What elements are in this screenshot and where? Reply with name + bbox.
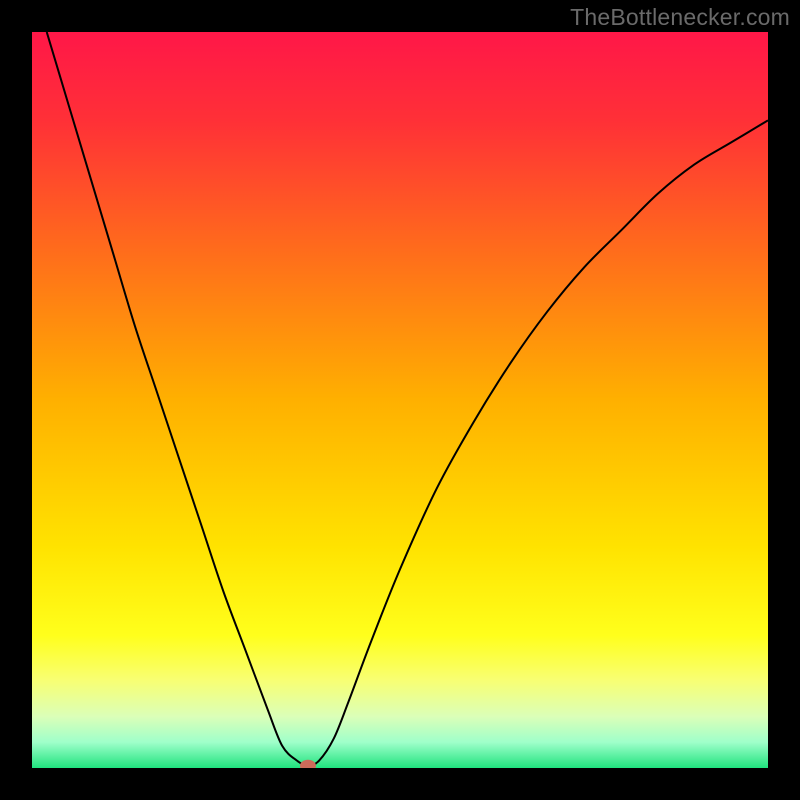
bottleneck-curve xyxy=(47,32,768,766)
chart-frame: TheBottlenecker.com xyxy=(0,0,800,800)
watermark-text: TheBottlenecker.com xyxy=(570,4,790,31)
chart-svg xyxy=(32,32,768,768)
plot-area xyxy=(32,32,768,768)
optimum-marker xyxy=(300,760,316,768)
